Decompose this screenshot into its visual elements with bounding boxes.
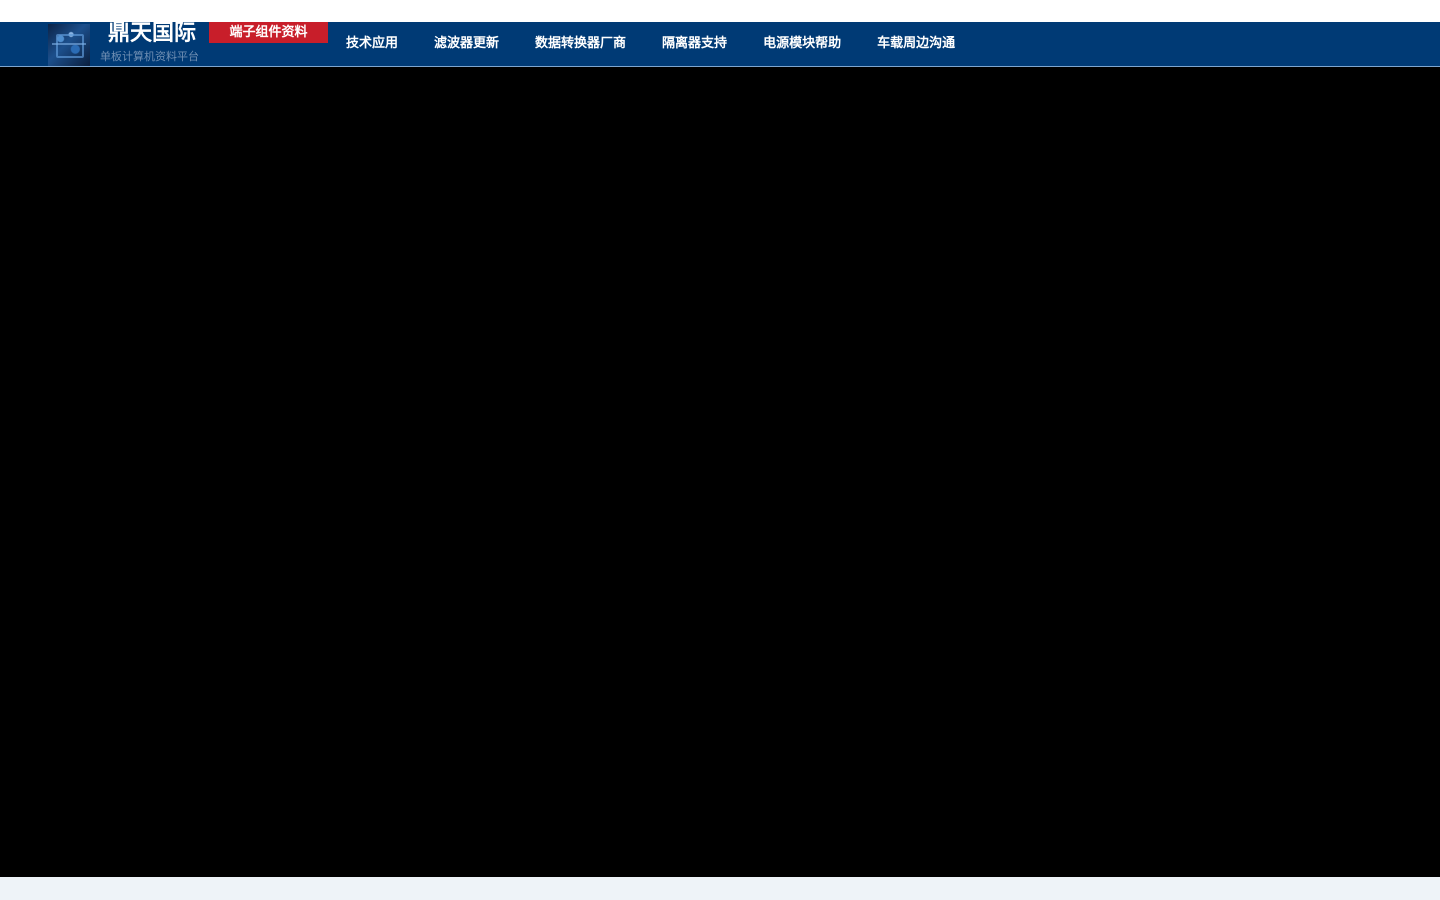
bottom-strip xyxy=(0,877,1440,900)
site-header: 鼎天国际 端子组件资料 单板计算机资料平台 技术应用 滤波器更新 数据转换器厂商… xyxy=(0,21,1440,67)
logo-image[interactable] xyxy=(48,24,90,66)
nav-item-vehicle-peripheral[interactable]: 车载周边沟通 xyxy=(859,22,973,66)
nav-item-filter-update[interactable]: 滤波器更新 xyxy=(416,22,517,66)
nav-item-isolator-support[interactable]: 隔离器支持 xyxy=(644,22,745,66)
site-title[interactable]: 鼎天国际 xyxy=(108,21,196,47)
nav-item-data-converter-vendors[interactable]: 数据转换器厂商 xyxy=(517,22,644,66)
site-subtitle: 单板计算机资料平台 xyxy=(100,50,199,63)
site-badge: 端子组件资料 xyxy=(209,22,328,43)
nav-item-power-module-help[interactable]: 电源模块帮助 xyxy=(745,22,859,66)
nav-item-tech-application[interactable]: 技术应用 xyxy=(328,22,416,66)
main-nav: 技术应用 滤波器更新 数据转换器厂商 隔离器支持 电源模块帮助 车载周边沟通 xyxy=(328,22,973,66)
top-strip xyxy=(0,0,1440,22)
main-content-area xyxy=(0,67,1440,877)
